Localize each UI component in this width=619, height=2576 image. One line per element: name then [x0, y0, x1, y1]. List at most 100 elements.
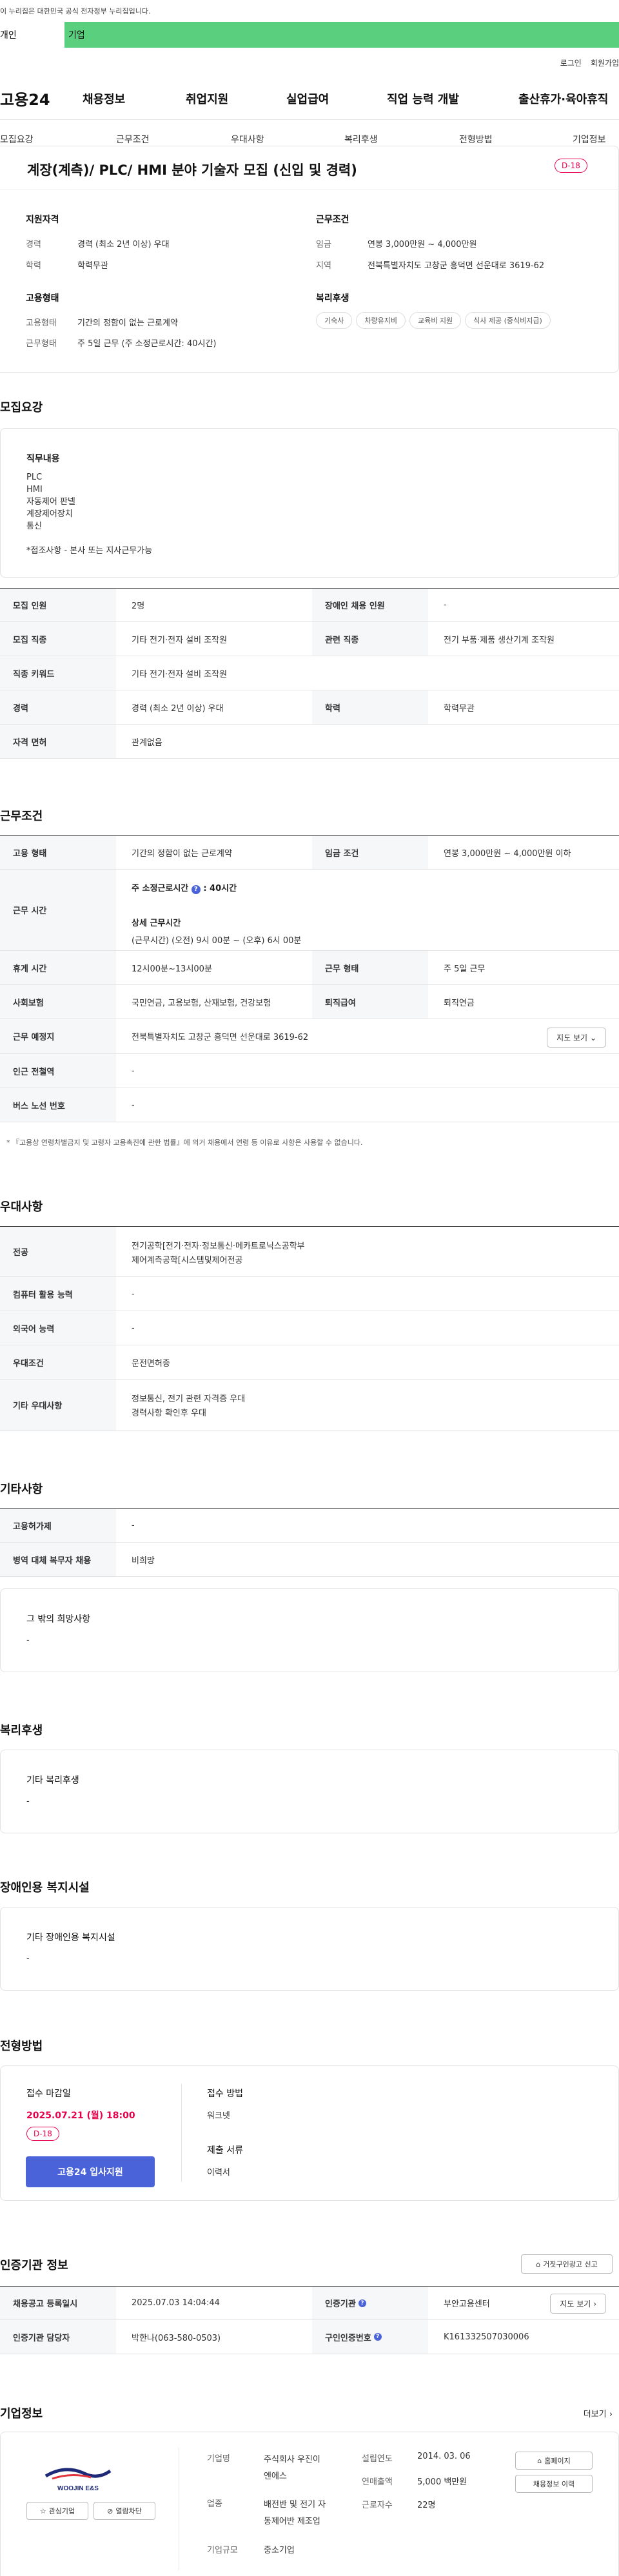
- info-icon[interactable]: ?: [373, 2333, 382, 2341]
- company-more-link[interactable]: 더보기 ›: [584, 2407, 613, 2419]
- apply-button[interactable]: 고용24 입사지원: [26, 2156, 155, 2187]
- gnb-parental-leave[interactable]: 출산휴가·육아휴직: [518, 90, 608, 107]
- table-row: 고용허가제 -: [0, 1509, 619, 1543]
- conditions-section-heading: 근무조건: [0, 810, 43, 823]
- duty-content: PLC HMI 자동제어 판넬 계장제어장치 통신 *접조사항 - 본사 또는 …: [26, 473, 153, 556]
- table-row: 컴퓨터 활용 능력 -: [0, 1277, 619, 1311]
- tab-welfare[interactable]: 복리후생: [344, 133, 459, 146]
- area-label: 지역: [316, 261, 331, 271]
- tab-business[interactable]: 기업: [64, 22, 619, 48]
- welfare-section-heading: 복리후생: [0, 1724, 43, 1737]
- emptype-value: 기간의 정함이 없는 근로계약: [77, 318, 178, 328]
- cert-table: 채용공고 등록일시 2025.07.03 14:04:44 인증기관? 부안고용센…: [0, 2286, 619, 2354]
- other-heading: 기타사항: [0, 1483, 43, 1496]
- table-row: 경력 경력 (최소 2년 이상) 우대 학력 학력무관: [0, 690, 619, 725]
- disabled-heading: 장애인용 복지시설: [0, 1881, 90, 1895]
- process-heading: 전형방법: [0, 2040, 43, 2053]
- cert-heading: 인증기관 정보: [0, 2259, 68, 2272]
- tab-company[interactable]: 기업정보: [573, 133, 606, 146]
- education-value: 학력무관: [77, 261, 108, 271]
- company-heading: 기업정보: [0, 2407, 43, 2421]
- table-row: 사회보험 국민연금, 고용보험, 산재보험, 건강보험 퇴직급여 퇴직연금: [0, 985, 619, 1019]
- preference-heading: 우대사항: [0, 1200, 43, 1214]
- conditions-heading: 근무조건: [316, 215, 349, 225]
- recruit-table: 모집 인원 2명 장애인 채용 인원 - 모집 직종 기타 전기·전자 설비 조작원 …: [0, 588, 619, 759]
- employment-heading: 고용형태: [26, 293, 59, 304]
- job-title: 계장(계측)/ PLC/ HMI 분야 기술자 모집 (신입 및 경력): [27, 162, 357, 178]
- welfare-tag: 교육비 지원: [409, 312, 462, 329]
- table-row: 인근 전철역 -: [0, 1054, 619, 1088]
- deadline-value: 2025.07.21 (월) 18:00: [26, 2111, 135, 2121]
- user-type-tabs: 개인 기업: [0, 22, 619, 48]
- signup-link[interactable]: 회원가입: [591, 57, 619, 68]
- home-icon: ⌂: [537, 2456, 542, 2465]
- disabled-box: 기타 장애인용 복지시설 -: [0, 1907, 619, 1991]
- svg-text:WOOJIN E&S: WOOJIN E&S: [57, 2485, 99, 2492]
- table-row: 전공 전기공학[전기·전자·정보통신·메카트로닉스공학부 제어계측공학[시스템및제…: [0, 1227, 619, 1277]
- report-fake-ad-button[interactable]: ⌂ 거짓구인광고 신고: [521, 2254, 613, 2274]
- welfare-tag: 식사 제공 (중식비지급): [465, 312, 551, 329]
- table-row: 모집 인원 2명 장애인 채용 인원 -: [0, 589, 619, 622]
- login-link[interactable]: 로그인: [560, 57, 582, 68]
- tab-recruit[interactable]: 모집요강: [0, 133, 116, 146]
- cert-map-button[interactable]: 지도 보기 ›: [550, 2294, 606, 2314]
- block-icon: ⊘: [107, 2506, 113, 2515]
- wage-label: 임금: [316, 240, 331, 249]
- table-row: 인증기관 담당자 박한나(063-580-0503) 구인인증번호? K16133…: [0, 2320, 619, 2354]
- career-label: 경력: [26, 240, 41, 249]
- main-navigation: 고용24 채용정보 취업지원 실업급여 직업 능력 개발 출산휴가·육아휴직: [0, 77, 619, 120]
- gnb-unemployment[interactable]: 실업급여: [286, 90, 387, 107]
- tab-conditions[interactable]: 근무조건: [116, 133, 231, 146]
- preference-table: 전공 전기공학[전기·전자·정보통신·메카트로닉스공학부 제어계측공학[시스템및제…: [0, 1226, 619, 1431]
- site-logo[interactable]: 고용24: [0, 87, 83, 110]
- gnb-jobs[interactable]: 채용정보: [83, 90, 186, 107]
- conditions-table: 고용 형태 기간의 정함이 없는 근로계약 임금 조건 연봉 3,000만원 ~ 4…: [0, 835, 619, 1122]
- welfare-box: 기타 복리후생 -: [0, 1750, 619, 1833]
- table-row: 근무 예정지 전북특별자치도 고창군 흥덕면 선운대로 3619-62 지도 보…: [0, 1019, 619, 1054]
- block-company-button[interactable]: ⊘ 열람차단: [93, 2502, 155, 2520]
- emptype-label: 고용형태: [26, 318, 57, 328]
- gnb-vocational[interactable]: 직업 능력 개발: [387, 90, 518, 107]
- map-button[interactable]: 지도 보기 ⌄: [547, 1028, 606, 1048]
- chevron-down-icon: ⌄: [589, 1033, 596, 1042]
- dday-badge: D-18: [555, 159, 587, 173]
- table-row: 채용공고 등록일시 2025.07.03 14:04:44 인증기관? 부안고용센…: [0, 2287, 619, 2320]
- gov-banner: 이 누리집은 대한민국 공식 전자정부 누리집입니다.: [0, 0, 619, 22]
- table-row: 직종 키워드 기타 전기·전자 설비 조작원: [0, 656, 619, 690]
- table-row: 우대조건 운전면허증: [0, 1345, 619, 1380]
- table-row: 병역 대체 복무자 채용 비희망: [0, 1543, 619, 1577]
- table-row: 근무 시간 주 소정근로시간 ? : 40시간 상세 근무시간 (근무시간) (…: [0, 870, 619, 951]
- homepage-button[interactable]: ⌂ 홈페이지: [515, 2452, 593, 2470]
- company-logo: WOOJIN E&S: [26, 2458, 130, 2497]
- chevron-right-icon: ›: [593, 2299, 596, 2308]
- info-icon[interactable]: ?: [358, 2299, 366, 2307]
- table-row: 자격 면허 관계없음: [0, 725, 619, 759]
- recruit-history-button[interactable]: 채용정보 이력: [515, 2475, 593, 2493]
- star-icon: ☆: [39, 2506, 46, 2515]
- chevron-right-icon: ›: [609, 2410, 613, 2419]
- welfare-tags: 기숙사 차량유지비 교육비 지원 식사 제공 (중식비지급): [316, 312, 555, 329]
- tab-preference[interactable]: 우대사항: [231, 133, 344, 146]
- home-icon: ⌂: [536, 2259, 541, 2269]
- other-table: 고용허가제 - 병역 대체 복무자 채용 비희망: [0, 1508, 619, 1577]
- tab-personal[interactable]: 개인: [0, 22, 64, 48]
- duty-heading: 직무내용: [26, 454, 60, 464]
- worktype-value: 주 5일 근무 (주 소정근로시간: 40시간): [77, 339, 217, 349]
- gnb-employment-support[interactable]: 취업지원: [186, 90, 286, 107]
- age-discrimination-note: * 『고용상 연령차별금지 및 고령자 고용촉진에 관한 법률』에 의거 채용에…: [6, 1138, 363, 1147]
- tab-process[interactable]: 전형방법: [459, 133, 573, 146]
- company-industry: 배전반 및 전기 자 동제어반 제조업: [264, 2500, 326, 2526]
- table-row: 휴게 시간 12시00분~13시00분 근무 형태 주 5일 근무: [0, 951, 619, 985]
- education-label: 학력: [26, 261, 41, 271]
- welfare-tag: 차량유지비: [356, 312, 406, 329]
- table-row: 기타 우대사항 정보통신, 전기 관련 자격증 우대 경력사항 확인후 우대: [0, 1380, 619, 1431]
- info-icon[interactable]: ?: [191, 885, 201, 894]
- table-row: 모집 직종 기타 전기·전자 설비 조작원 관련 직종 전기 부품·제품 생산기계 …: [0, 622, 619, 656]
- welfare-heading: 복리후생: [316, 293, 349, 304]
- area-value: 전북특별자치도 고창군 흥덕면 선운대로 3619-62: [368, 261, 545, 271]
- table-row: 버스 노선 번호 -: [0, 1088, 619, 1122]
- recruit-heading: 모집요강: [0, 401, 43, 415]
- other-hope-box: 그 밖의 희망사항 -: [0, 1588, 619, 1672]
- favorite-company-button[interactable]: ☆ 관심기업: [26, 2502, 88, 2520]
- company-name: 주식회사 우진이 엔에스: [264, 2455, 320, 2481]
